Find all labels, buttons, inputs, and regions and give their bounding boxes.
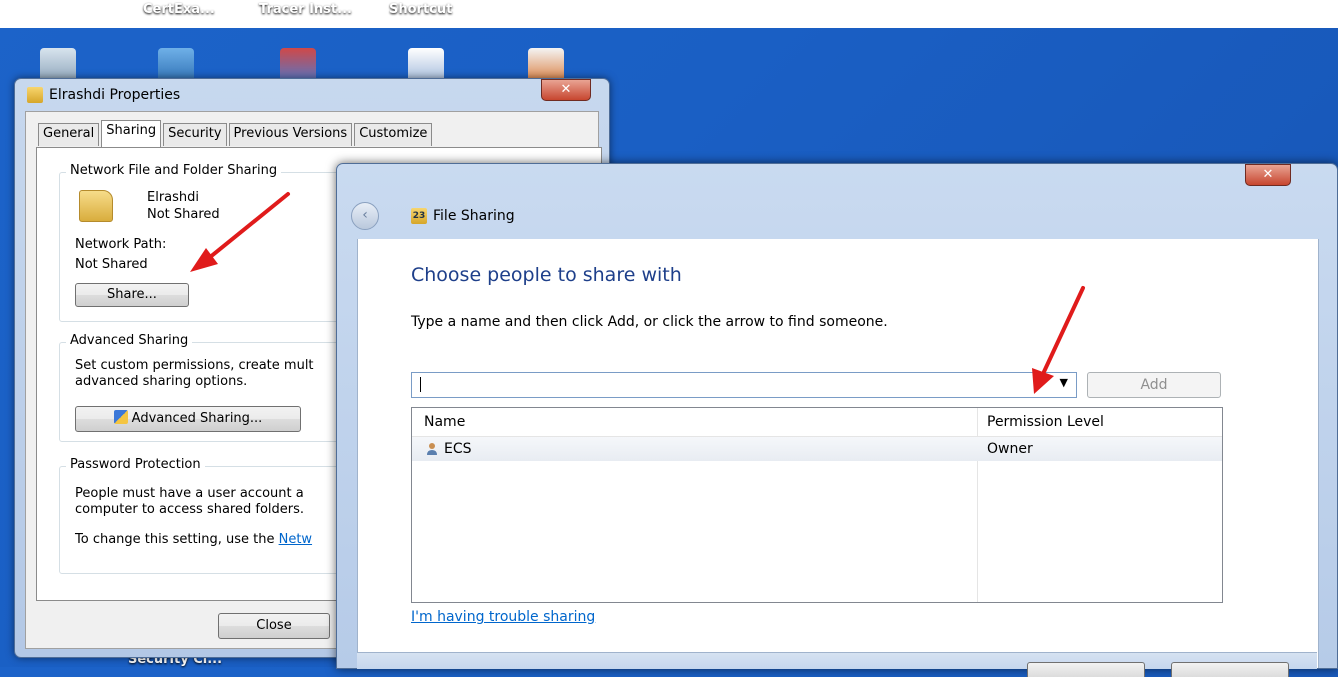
annotation-arrow-dropdown — [1032, 286, 1085, 394]
annotation-arrows — [190, 192, 1085, 394]
annotation-arrow-share — [190, 192, 290, 272]
